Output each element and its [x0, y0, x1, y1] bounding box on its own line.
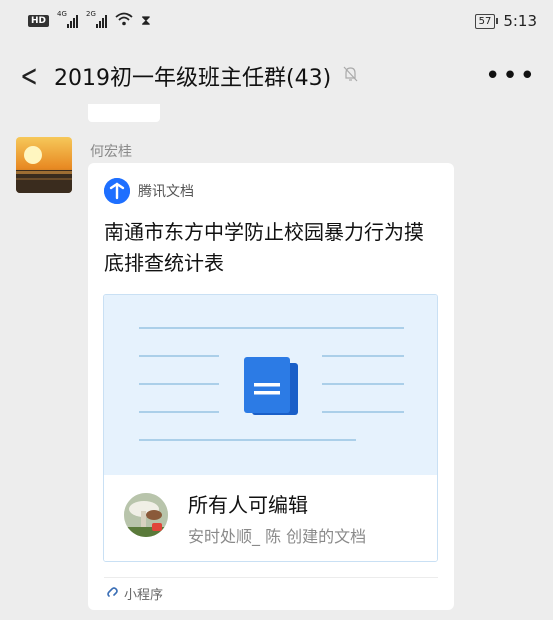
battery-icon: 57: [474, 13, 499, 29]
wifi-icon: [115, 12, 133, 30]
card-brand: 腾讯文档: [138, 184, 194, 200]
document-creator: 安时处顺_ 陈 创建的文档: [188, 527, 367, 546]
mini-program-icon: [106, 585, 120, 603]
status-left: HD 4G 2G ⧗: [28, 10, 151, 30]
status-bar: HD 4G 2G ⧗ 57 5:13: [0, 0, 553, 42]
previous-message-bubble: [88, 104, 160, 122]
card-header: 腾讯文档: [104, 178, 194, 204]
hd-badge: HD: [28, 15, 50, 27]
tencent-docs-logo-icon: [104, 178, 130, 204]
sender-name: 何宏桂: [90, 144, 132, 160]
clock-time: 5:13: [503, 12, 537, 30]
sender-avatar[interactable]: [16, 137, 72, 193]
status-right: 57 5:13: [474, 12, 537, 30]
signal-type-label-2: 2G: [86, 10, 96, 18]
document-title: 南通市东方中学防止校园暴力行为摸底排查统计表: [104, 220, 424, 275]
more-options-icon[interactable]: •••: [485, 61, 537, 91]
signal-type-label: 4G: [57, 10, 67, 18]
signal-icon: 4G: [57, 10, 79, 28]
signal-icon-2: 2G: [86, 10, 108, 28]
card-divider: [104, 577, 438, 578]
card-footer: 小程序: [106, 584, 163, 603]
chat-title: 2019初一年级班主任群(43): [54, 66, 332, 91]
hourglass-icon: ⧗: [141, 13, 151, 29]
document-icon: [244, 357, 300, 419]
mini-program-card[interactable]: 腾讯文档 南通市东方中学防止校园暴力行为摸底排查统计表 所有人可编辑 安时处顺_…: [88, 163, 454, 610]
preview-thumbnail: [104, 295, 437, 475]
edit-permission: 所有人可编辑: [188, 493, 308, 517]
preview-info: 所有人可编辑 安时处顺_ 陈 创建的文档: [104, 475, 437, 561]
chat-header: < 2019初一年级班主任群(43) •••: [0, 48, 553, 104]
mini-program-label: 小程序: [124, 588, 164, 603]
back-icon[interactable]: <: [20, 59, 40, 94]
creator-avatar: [124, 493, 168, 537]
document-preview[interactable]: 所有人可编辑 安时处顺_ 陈 创建的文档: [103, 294, 438, 562]
mute-bell-icon: [343, 66, 358, 86]
